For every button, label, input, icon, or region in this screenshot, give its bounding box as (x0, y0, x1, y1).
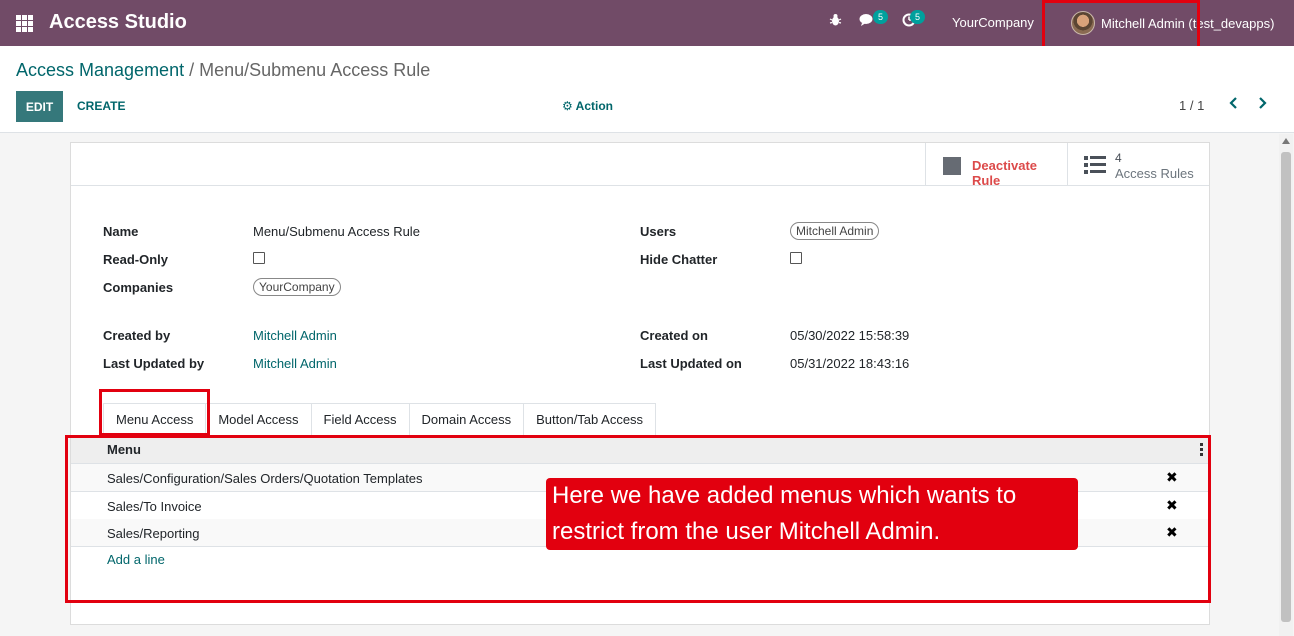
access-rules-count: 4 (1115, 151, 1122, 165)
action-menu-label: Action (575, 99, 613, 113)
chevron-left-icon (1229, 97, 1237, 109)
hide-chatter-checkbox[interactable] (790, 252, 802, 264)
last-updated-on-value: 05/31/2022 18:43:16 (790, 356, 910, 371)
hide-chatter-label: Hide Chatter (640, 252, 718, 267)
created-on-value: 05/30/2022 15:58:39 (790, 328, 910, 343)
pager-value[interactable]: 1 / 1 (1179, 98, 1204, 113)
tab-model-access[interactable]: Model Access (205, 403, 312, 435)
readonly-label: Read-Only (103, 252, 169, 267)
companies-label: Companies (103, 280, 174, 295)
breadcrumb-parent-link[interactable]: Access Management (16, 60, 184, 80)
company-tag[interactable]: YourCompany (253, 278, 341, 296)
apps-menu-icon[interactable] (16, 15, 33, 32)
debug-bug-icon[interactable] (829, 13, 842, 31)
last-updated-by-label: Last Updated by (103, 356, 205, 371)
breadcrumb-current: Menu/Submenu Access Rule (199, 60, 431, 80)
list-icon (1084, 156, 1106, 174)
tab-button-tab-access[interactable]: Button/Tab Access (523, 403, 657, 435)
pager-next-button[interactable] (1257, 96, 1267, 115)
messaging-count-badge: 5 (873, 10, 889, 24)
annotation-callout: Here we have added menus which wants to … (546, 478, 1078, 550)
activity-count-badge: 5 (910, 10, 926, 24)
breadcrumb-separator: / (184, 60, 200, 80)
edit-button[interactable]: EDIT (16, 91, 63, 122)
users-label: Users (640, 224, 677, 239)
smart-button-box: Deactivate Rule 4 Access Rules (71, 143, 1209, 188)
tab-domain-access[interactable]: Domain Access (408, 403, 525, 435)
last-updated-on-label: Last Updated on (640, 356, 742, 371)
user-tag[interactable]: Mitchell Admin (790, 222, 880, 240)
pager-previous-button[interactable] (1229, 96, 1239, 115)
menu-access-tab-highlight-box (99, 389, 210, 436)
scroll-up-arrow-icon[interactable] (1282, 138, 1290, 144)
company-switcher[interactable]: YourCompany (952, 15, 1034, 30)
readonly-checkbox[interactable] (253, 252, 265, 264)
breadcrumb: Access Management / Menu/Submenu Access … (16, 60, 430, 81)
created-by-label: Created by (103, 328, 171, 343)
created-by-link[interactable]: Mitchell Admin (253, 328, 337, 343)
last-updated-by-link[interactable]: Mitchell Admin (253, 356, 337, 371)
name-value: Menu/Submenu Access Rule (253, 224, 420, 239)
control-panel: Access Management / Menu/Submenu Access … (0, 46, 1294, 133)
name-label: Name (103, 224, 139, 239)
stop-square-icon (943, 157, 961, 175)
vertical-scrollbar[interactable] (1279, 134, 1293, 636)
action-menu-button[interactable]: ⚙ Action (562, 99, 613, 113)
access-rules-label: Access Rules (1115, 166, 1194, 181)
created-on-label: Created on (640, 328, 708, 343)
scrollbar-thumb[interactable] (1281, 152, 1291, 622)
chevron-right-icon (1259, 97, 1267, 109)
access-rules-smart-button[interactable]: 4 Access Rules (1067, 143, 1209, 186)
deactivate-rule-label: Deactivate Rule (972, 158, 1038, 188)
tab-field-access[interactable]: Field Access (310, 403, 410, 435)
gear-icon: ⚙ (562, 99, 573, 113)
deactivate-rule-button[interactable]: Deactivate Rule (925, 143, 1067, 188)
app-brand[interactable]: Access Studio (49, 11, 187, 34)
create-button[interactable]: CREATE (77, 99, 125, 113)
